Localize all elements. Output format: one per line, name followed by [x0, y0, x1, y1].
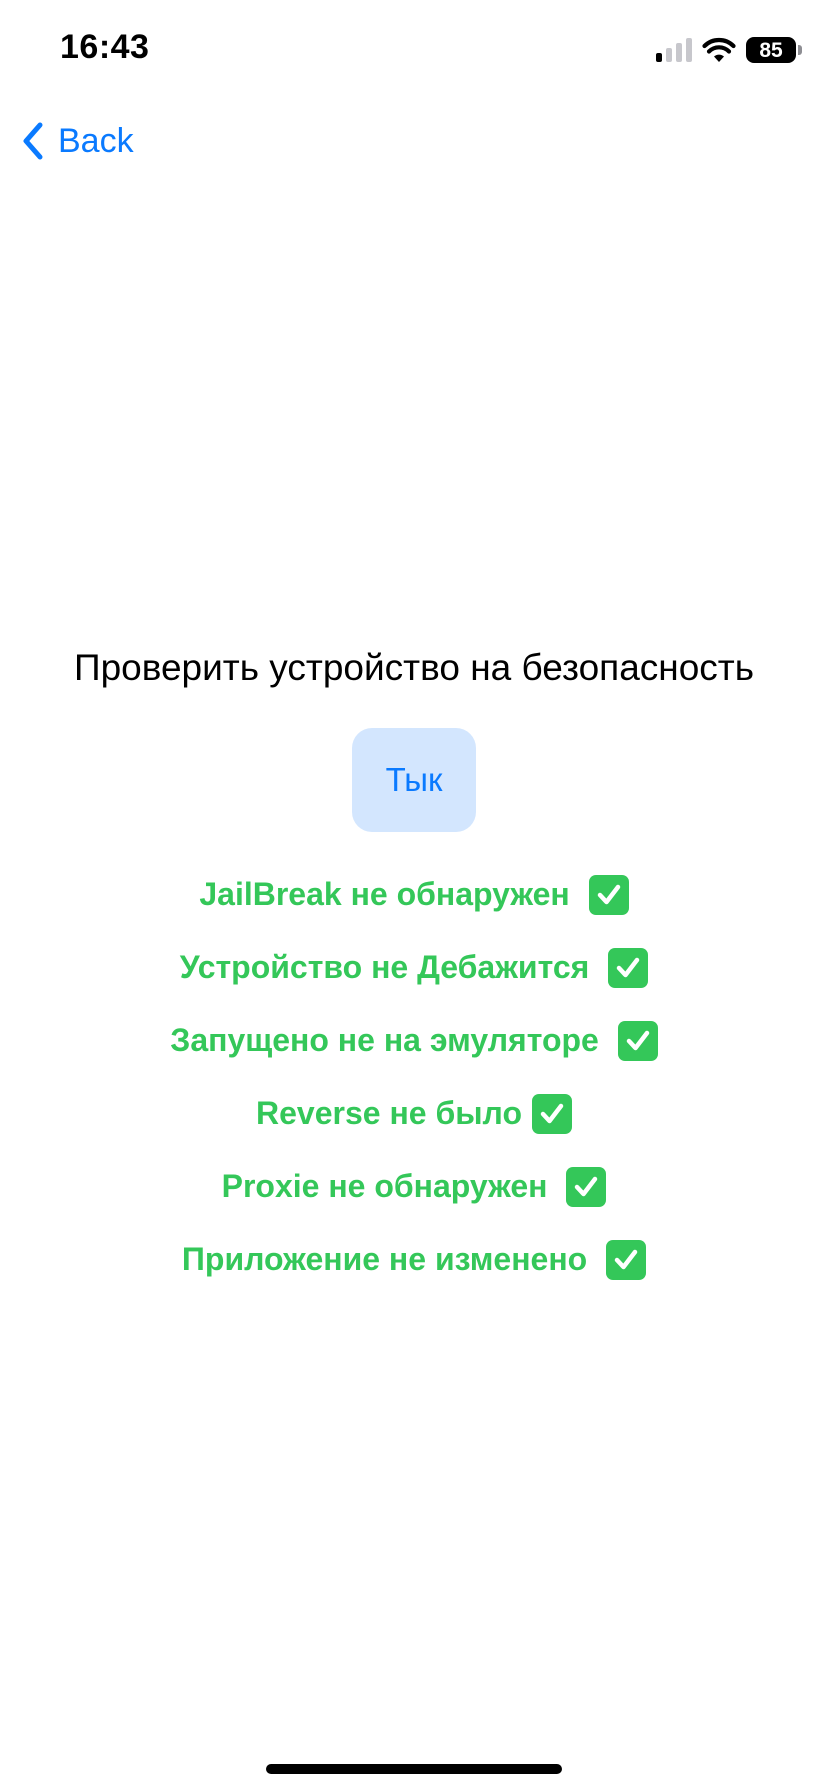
check-mark-icon [608, 947, 649, 988]
back-label: Back [58, 121, 134, 160]
check-mark-icon [617, 1020, 658, 1061]
check-label: Запущено не на эмуляторе [170, 1022, 608, 1058]
check-jailbreak: JailBreak не обнаружен [199, 858, 629, 931]
status-bar: 16:43 85 [0, 0, 828, 100]
battery-level: 85 [759, 38, 783, 62]
check-mark-icon [566, 1166, 607, 1207]
check-label: Proxie не обнаружен [221, 1168, 557, 1204]
check-label: JailBreak не обнаружен [199, 876, 579, 912]
check-mark-icon [606, 1239, 647, 1280]
security-checks-list: JailBreak не обнаружен Устройство не Деб… [170, 858, 658, 1296]
status-icons: 85 [656, 34, 802, 66]
main-content: Проверить устройство на безопасность Тык… [0, 640, 828, 1296]
page-title: Проверить устройство на безопасность [73, 647, 755, 688]
back-button[interactable]: Back [22, 118, 134, 164]
chevron-left-icon [23, 122, 43, 160]
check-proxy: Proxie не обнаружен [222, 1150, 607, 1223]
check-mark-icon [532, 1093, 572, 1134]
status-time: 16:43 [60, 28, 150, 66]
wifi-icon [702, 37, 736, 62]
check-label: Устройство не Дебажится [179, 949, 599, 985]
check-emulator: Запущено не на эмуляторе [170, 1004, 658, 1077]
check-label: Reverse не было [256, 1095, 522, 1131]
check-debugger: Устройство не Дебажится [179, 931, 649, 1004]
home-indicator[interactable] [266, 1764, 562, 1774]
check-app-integrity: Приложение не изменено [181, 1223, 647, 1296]
check-label: Приложение не изменено [181, 1241, 597, 1277]
check-device-button[interactable]: Тык [352, 728, 476, 832]
check-mark-icon [588, 874, 629, 915]
battery-icon: 85 [746, 37, 802, 63]
cellular-signal-icon [656, 38, 692, 62]
check-reverse: Reverse не было [256, 1077, 572, 1150]
